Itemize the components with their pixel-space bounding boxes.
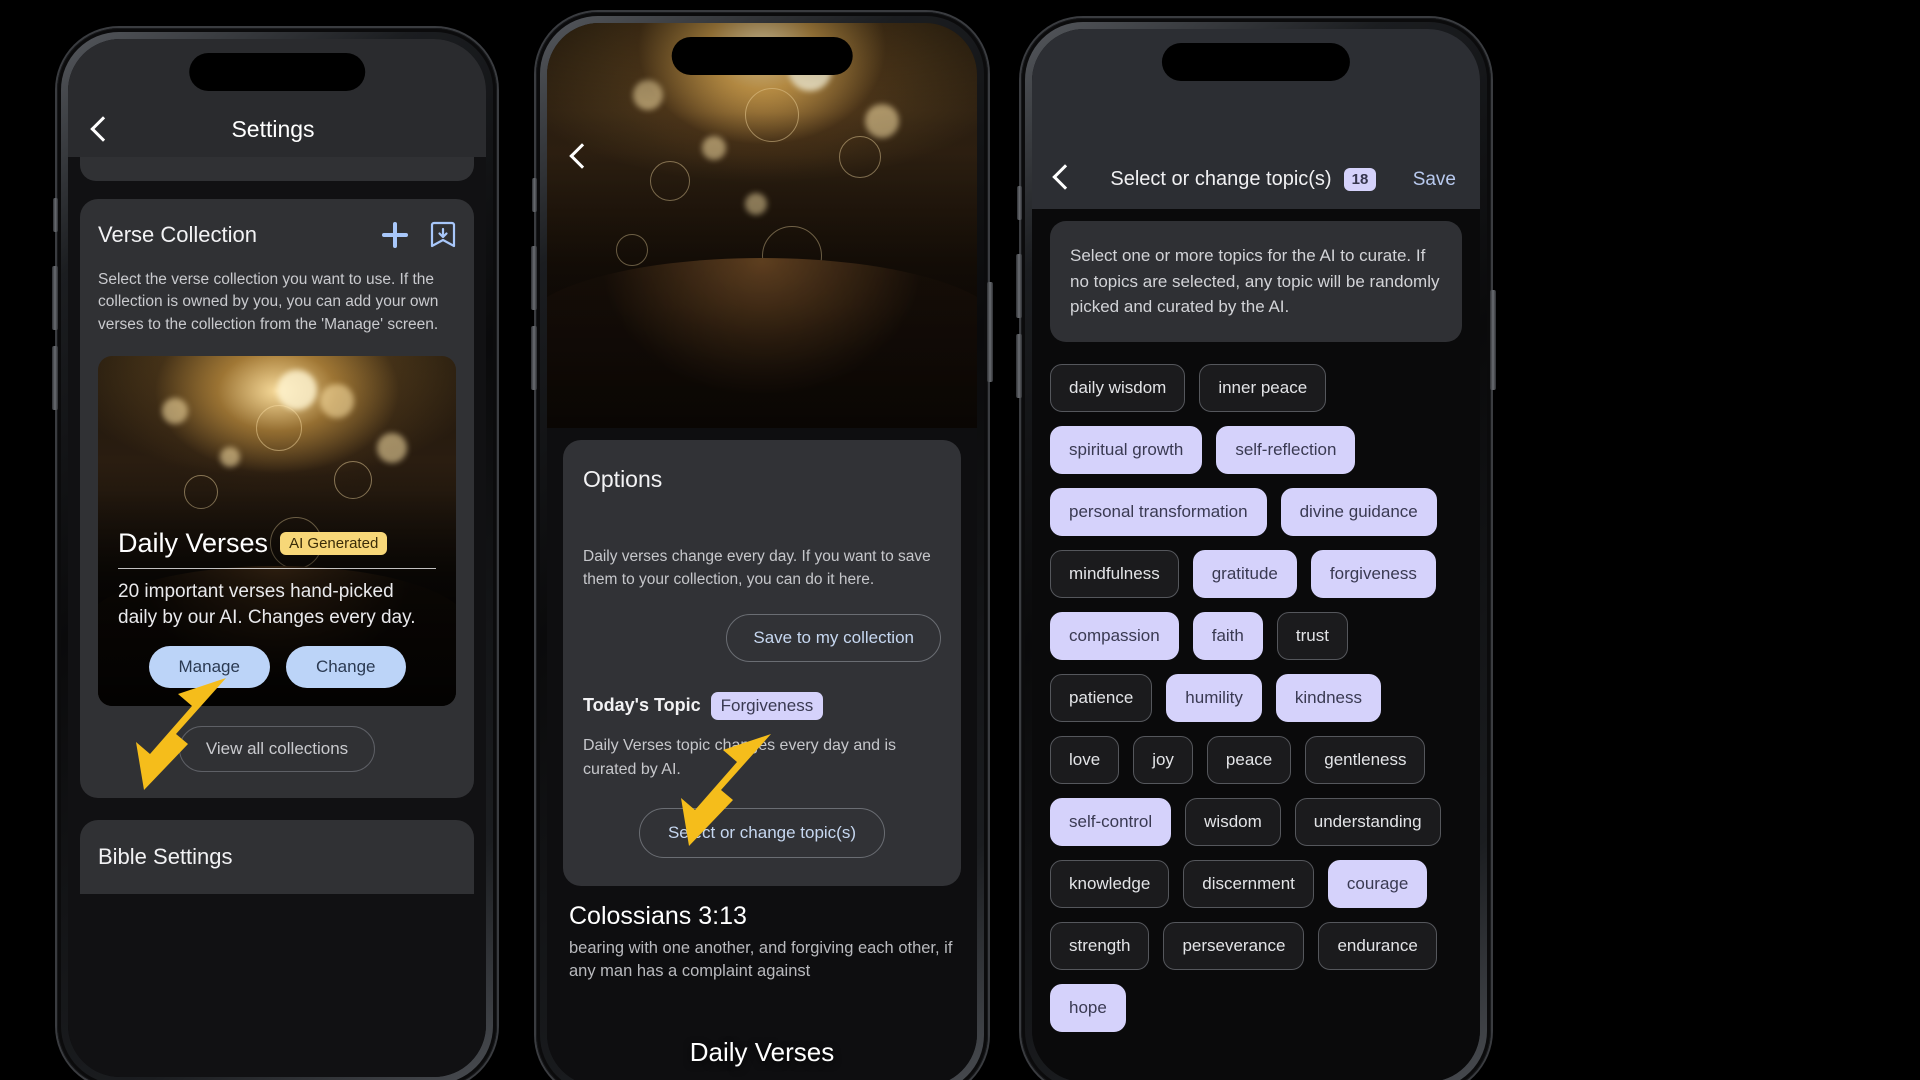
mute-switch[interactable] xyxy=(532,178,537,212)
options-description: Daily verses change every day. If you wa… xyxy=(583,548,931,589)
todays-topic-label: Today's Topic xyxy=(583,695,701,715)
previous-card-stub xyxy=(80,157,474,181)
topic-chip[interactable]: gratitude xyxy=(1192,549,1297,598)
phone3-screen: Select or change topic(s) 18 Save Select… xyxy=(1032,29,1480,1080)
topic-chip[interactable]: inner peace xyxy=(1199,363,1327,412)
options-title: Options xyxy=(583,466,663,492)
mute-switch[interactable] xyxy=(1017,186,1022,220)
topic-chip[interactable]: understanding xyxy=(1294,797,1441,846)
topic-chip[interactable]: patience xyxy=(1050,673,1153,722)
hero-title: Daily Verses xyxy=(689,1037,835,1067)
plus-icon[interactable] xyxy=(382,222,408,248)
topic-chip[interactable]: kindness xyxy=(1275,673,1382,722)
settings-scroll-body[interactable]: Verse Collection Select the verse collec… xyxy=(68,157,486,1077)
volume-up-button[interactable] xyxy=(52,266,58,330)
topic-chip-list[interactable]: daily wisdom inner peace spiritual growth s… xyxy=(1050,363,1462,1032)
import-icon[interactable] xyxy=(430,221,456,249)
topic-chip[interactable]: joy xyxy=(1133,735,1193,784)
chevron-left-icon[interactable] xyxy=(90,116,116,143)
chevron-left-icon[interactable] xyxy=(1052,164,1078,191)
topic-chip[interactable]: courage xyxy=(1327,859,1428,908)
bible-settings-card[interactable]: Bible Settings xyxy=(80,820,474,895)
verse-collection-header: Verse Collection xyxy=(98,221,456,249)
save-button[interactable]: Save xyxy=(1413,169,1456,191)
topic-chip[interactable]: mindfulness xyxy=(1050,549,1179,598)
info-box: Select one or more topics for the AI to … xyxy=(1050,221,1462,342)
phone-mockup-topics: Select or change topic(s) 18 Save Select… xyxy=(1016,18,1496,1080)
phone2-screen: Daily Verses Options Daily verses change… xyxy=(547,23,977,1080)
topic-chip[interactable]: endurance xyxy=(1318,921,1437,970)
power-button[interactable] xyxy=(987,282,993,382)
chevron-left-icon[interactable] xyxy=(569,143,595,170)
topic-chip[interactable]: faith xyxy=(1192,611,1263,660)
topic-chip[interactable]: self-reflection xyxy=(1216,425,1356,474)
verse-block: Colossians 3:13 bearing with one another… xyxy=(547,886,977,985)
dynamic-island xyxy=(671,37,853,75)
topic-chip[interactable]: gentleness xyxy=(1305,735,1426,784)
topic-chip[interactable]: self-control xyxy=(1050,797,1172,846)
power-button[interactable] xyxy=(1490,290,1496,390)
phone-mockup-settings: Settings Verse Collection Select the ver… xyxy=(52,28,497,1080)
topic-chip[interactable]: perseverance xyxy=(1163,921,1305,970)
topic-chip[interactable]: hope xyxy=(1050,983,1126,1032)
selected-count-badge: 18 xyxy=(1343,168,1377,191)
collection-title: Daily Verses xyxy=(118,527,269,558)
topic-chip[interactable]: spiritual growth xyxy=(1050,425,1203,474)
topic-chip[interactable]: trust xyxy=(1276,611,1348,660)
topic-chip[interactable]: knowledge xyxy=(1050,859,1170,908)
todays-topic-value: Forgiveness xyxy=(710,691,824,720)
topic-chip[interactable]: peace xyxy=(1206,735,1292,784)
todays-topic-row: Today's Topic Forgiveness xyxy=(583,691,941,720)
volume-down-button[interactable] xyxy=(531,326,537,390)
collection-subtitle: 20 important verses hand-picked daily by… xyxy=(118,581,416,628)
save-to-collection-button[interactable]: Save to my collection xyxy=(726,613,941,662)
dynamic-island xyxy=(1161,43,1351,81)
collection-preview-content: Daily Verses AI Generated 20 important v… xyxy=(118,528,436,689)
mute-switch[interactable] xyxy=(53,198,58,232)
topic-chip[interactable]: wisdom xyxy=(1185,797,1281,846)
card-title: Verse Collection xyxy=(98,222,257,247)
collection-preview-card[interactable]: Daily Verses AI Generated 20 important v… xyxy=(98,356,456,707)
volume-down-button[interactable] xyxy=(1016,334,1022,398)
volume-up-button[interactable] xyxy=(1016,254,1022,318)
volume-down-button[interactable] xyxy=(52,346,58,410)
bible-settings-title: Bible Settings xyxy=(98,844,233,870)
topic-chip[interactable]: love xyxy=(1050,735,1120,784)
change-button[interactable]: Change xyxy=(285,646,406,689)
topic-chip[interactable]: forgiveness xyxy=(1310,549,1436,598)
topics-body[interactable]: Select one or more topics for the AI to … xyxy=(1032,209,1480,1080)
screenshot-root: Settings Verse Collection Select the ver… xyxy=(0,0,1920,1080)
dynamic-island xyxy=(189,53,365,91)
verse-reference: Colossians 3:13 xyxy=(569,901,747,930)
topic-chip[interactable]: discernment xyxy=(1183,859,1314,908)
page-title: Settings xyxy=(231,116,315,142)
topic-chip[interactable]: daily wisdom xyxy=(1050,363,1186,412)
phone-mockup-daily-verses: Daily Verses Options Daily verses change… xyxy=(531,12,993,1080)
ai-generated-badge: AI Generated xyxy=(280,531,388,555)
topic-chip[interactable]: humility xyxy=(1166,673,1262,722)
topic-chip[interactable]: compassion xyxy=(1050,611,1179,660)
topic-chip[interactable]: personal transformation xyxy=(1050,487,1267,536)
topic-chip[interactable]: strength xyxy=(1050,921,1150,970)
phone1-screen: Settings Verse Collection Select the ver… xyxy=(68,39,486,1077)
pointer-arrow-manage xyxy=(136,678,226,790)
card-description: Select the verse collection you want to … xyxy=(98,271,439,333)
divider xyxy=(118,567,436,570)
pointer-arrow-select-topics xyxy=(681,734,771,846)
page-title: Select or change topic(s) xyxy=(1110,168,1332,190)
topic-chip[interactable]: divine guidance xyxy=(1280,487,1437,536)
volume-up-button[interactable] xyxy=(531,246,537,310)
verse-text: bearing with one another, and forgiving … xyxy=(569,938,953,981)
daily-verses-hero xyxy=(547,23,977,428)
